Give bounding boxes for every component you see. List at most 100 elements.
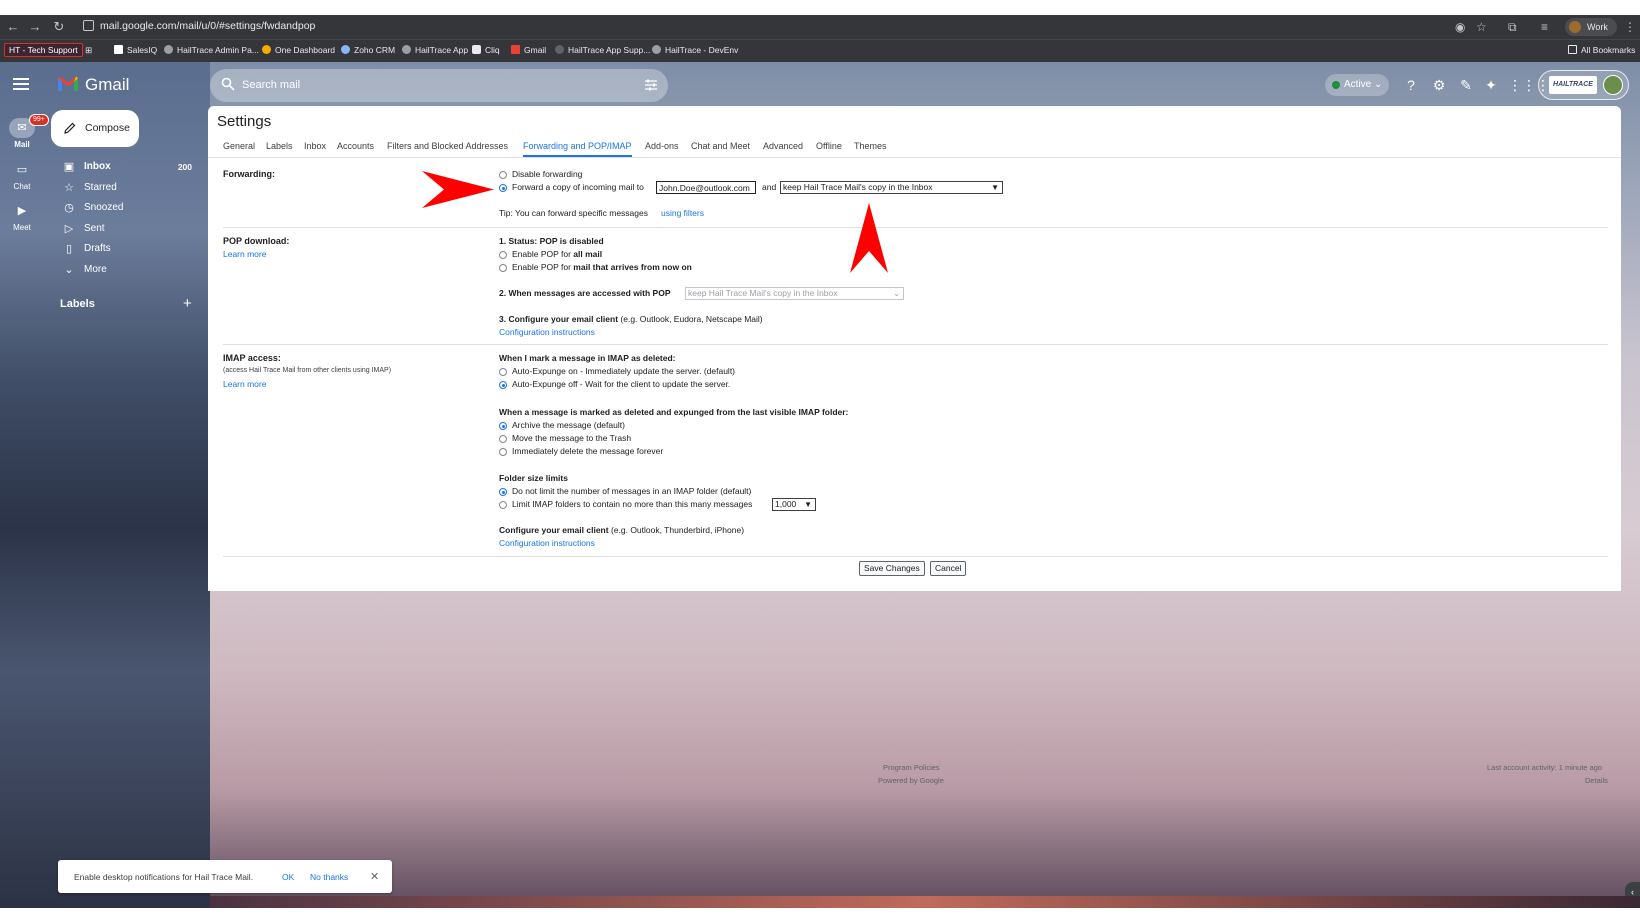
limit-radio[interactable] <box>499 501 507 509</box>
bookmark-item[interactable]: Cliq <box>472 44 500 57</box>
save-changes-button[interactable]: Save Changes <box>859 561 925 576</box>
pop-new-mail-radio[interactable] <box>499 264 507 272</box>
forward-icon[interactable]: → <box>26 18 44 36</box>
settings-tabs: General Labels Inbox Accounts Filters an… <box>208 134 1621 158</box>
tab-themes[interactable]: Themes <box>854 141 887 151</box>
help-icon[interactable]: ? <box>1402 76 1420 94</box>
tab-inbox[interactable]: Inbox <box>304 141 326 151</box>
search-icon[interactable] <box>221 77 235 91</box>
profile-button[interactable]: Work <box>1565 18 1617 36</box>
tab-add-ons[interactable]: Add-ons <box>645 141 679 151</box>
all-bookmarks[interactable]: All Bookmarks <box>1568 44 1635 57</box>
no-limit-radio[interactable] <box>499 488 507 496</box>
bookmark-item[interactable]: HailTrace App Supp... <box>555 44 650 57</box>
sidebar-item-label: More <box>84 264 107 275</box>
pop-access-select: keep Hail Trace Mail's copy in the Inbox… <box>685 287 904 300</box>
tab-general[interactable]: General <box>223 141 255 151</box>
tab-chat-meet[interactable]: Chat and Meet <box>691 141 750 151</box>
back-icon[interactable]: ← <box>4 18 22 36</box>
menu-icon[interactable]: ⋮ <box>1624 18 1636 36</box>
search-options-icon[interactable] <box>644 78 658 92</box>
gemini-sparkle-icon[interactable]: ✦ <box>1482 76 1500 94</box>
disable-forwarding-text: Disable forwarding <box>512 169 583 179</box>
site-info-icon[interactable] <box>83 20 94 31</box>
rail-chat-label: Chat <box>13 182 31 191</box>
avatar[interactable] <box>1603 75 1623 95</box>
sidebar-item-starred[interactable]: ☆ Starred <box>50 178 200 198</box>
bookmark-item[interactable]: Gmail <box>511 44 546 57</box>
forwarding-address-select[interactable] <box>656 181 756 194</box>
sidebar-item-drafts[interactable]: ▯ Drafts <box>50 239 200 259</box>
bookmark-item[interactable]: HailTrace - DevEnv <box>652 44 738 57</box>
forward-action-select[interactable]: keep Hail Trace Mail's copy in the Inbox… <box>780 181 1003 194</box>
trash-radio[interactable] <box>499 435 507 443</box>
rail-meet[interactable]: ▶ Meet <box>4 201 40 232</box>
apps-grid-icon[interactable]: ⋮⋮⋮ <box>1508 76 1550 94</box>
rail-chat[interactable]: ▭ Chat <box>4 160 40 191</box>
cancel-button[interactable]: Cancel <box>930 561 967 576</box>
tab-forwarding-pop-imap[interactable]: Forwarding and POP/IMAP <box>523 141 632 157</box>
media-icon[interactable]: ≡ <box>1541 18 1548 36</box>
apps-icon[interactable]: ⊞ <box>85 44 92 57</box>
chevron-down-icon: ▼ <box>804 500 812 509</box>
close-icon[interactable]: ✕ <box>370 870 379 883</box>
program-policies-link[interactable]: Program Policies <box>883 763 940 772</box>
bookmark-item[interactable]: HailTrace App <box>402 44 468 57</box>
tab-labels[interactable]: Labels <box>266 141 293 151</box>
imap-learn-more-link[interactable]: Learn more <box>223 379 266 389</box>
main-menu-icon[interactable] <box>13 78 29 92</box>
details-link[interactable]: Details <box>1585 776 1608 785</box>
toast-ok-button[interactable]: OK <box>282 872 294 882</box>
sidebar-item-label: Starred <box>84 182 117 193</box>
star-icon: ☆ <box>64 182 74 194</box>
disable-forwarding-radio[interactable] <box>499 171 507 179</box>
using-filters-link[interactable]: using filters <box>661 208 704 218</box>
sidebar-item-snoozed[interactable]: ◷ Snoozed <box>50 198 200 218</box>
pop-config-link[interactable]: Configuration instructions <box>499 327 595 337</box>
sidebar-item-inbox[interactable]: ▣ Inbox 200 <box>50 157 200 177</box>
bookmarks-bar: HT - Tech Support ⊞ SalesIQ HailTrace Ad… <box>0 39 1640 62</box>
bookmark-item[interactable]: SalesIQ <box>114 44 157 57</box>
address-bar[interactable]: mail.google.com/mail/u/0/#settings/fwdan… <box>100 20 315 32</box>
limit-text: Limit IMAP folders to contain no more th… <box>512 499 753 509</box>
forward-copy-radio[interactable] <box>499 184 507 192</box>
tab-offline[interactable]: Offline <box>816 141 842 151</box>
bookmark-item[interactable]: HT - Tech Support <box>4 43 83 57</box>
pop-learn-more-link[interactable]: Learn more <box>223 249 266 259</box>
pop-all-mail-radio[interactable] <box>499 251 507 259</box>
tab-advanced[interactable]: Advanced <box>763 141 803 151</box>
expunge-on-radio[interactable] <box>499 368 507 376</box>
sidebar-item-sent[interactable]: ▷ Sent <box>50 219 200 239</box>
account-switcher[interactable]: HAILTRACE <box>1538 70 1629 100</box>
pencil-sparkle-icon[interactable]: ✎ <box>1457 76 1475 94</box>
tab-filters[interactable]: Filters and Blocked Addresses <box>387 141 508 151</box>
toast-no-thanks-button[interactable]: No thanks <box>310 872 348 882</box>
tab-search-icon[interactable]: ⧉ <box>1508 18 1517 36</box>
divider <box>223 227 1608 228</box>
rail-meet-label: Meet <box>13 223 31 232</box>
imap-config-link[interactable]: Configuration instructions <box>499 538 595 548</box>
add-label-icon[interactable]: + <box>183 295 192 312</box>
last-activity-text: Last account activity: 1 minute ago <box>1487 763 1603 772</box>
bookmark-item[interactable]: One Dashboard <box>262 44 335 57</box>
limit-select[interactable]: 1,000 ▼ <box>772 498 816 511</box>
bookmark-item[interactable]: HailTrace Admin Pa... <box>164 44 259 57</box>
reload-icon[interactable]: ↻ <box>50 18 68 36</box>
status-dropdown[interactable]: Active ⌄ <box>1325 74 1389 96</box>
expunge-off-radio[interactable] <box>499 381 507 389</box>
eye-icon[interactable]: ◉ <box>1455 18 1465 36</box>
sidebar-item-more[interactable]: ⌄ More <box>50 260 200 280</box>
tab-accounts[interactable]: Accounts <box>337 141 374 151</box>
archive-radio[interactable] <box>499 422 507 430</box>
compose-button[interactable]: Compose <box>51 110 139 147</box>
chevron-down-icon: ⌄ <box>64 264 74 276</box>
search-input[interactable] <box>242 79 602 91</box>
search-bar[interactable] <box>210 69 668 102</box>
delete-forever-radio[interactable] <box>499 448 507 456</box>
star-icon[interactable]: ☆ <box>1476 18 1487 36</box>
gmail-logo-icon[interactable] <box>57 75 79 92</box>
bookmark-item[interactable]: Zoho CRM <box>341 44 395 57</box>
gmail-wordmark[interactable]: Gmail <box>85 75 129 95</box>
settings-gear-icon[interactable]: ⚙ <box>1430 76 1448 94</box>
rail-mail[interactable]: ✉ 99+ Mail <box>4 114 49 149</box>
